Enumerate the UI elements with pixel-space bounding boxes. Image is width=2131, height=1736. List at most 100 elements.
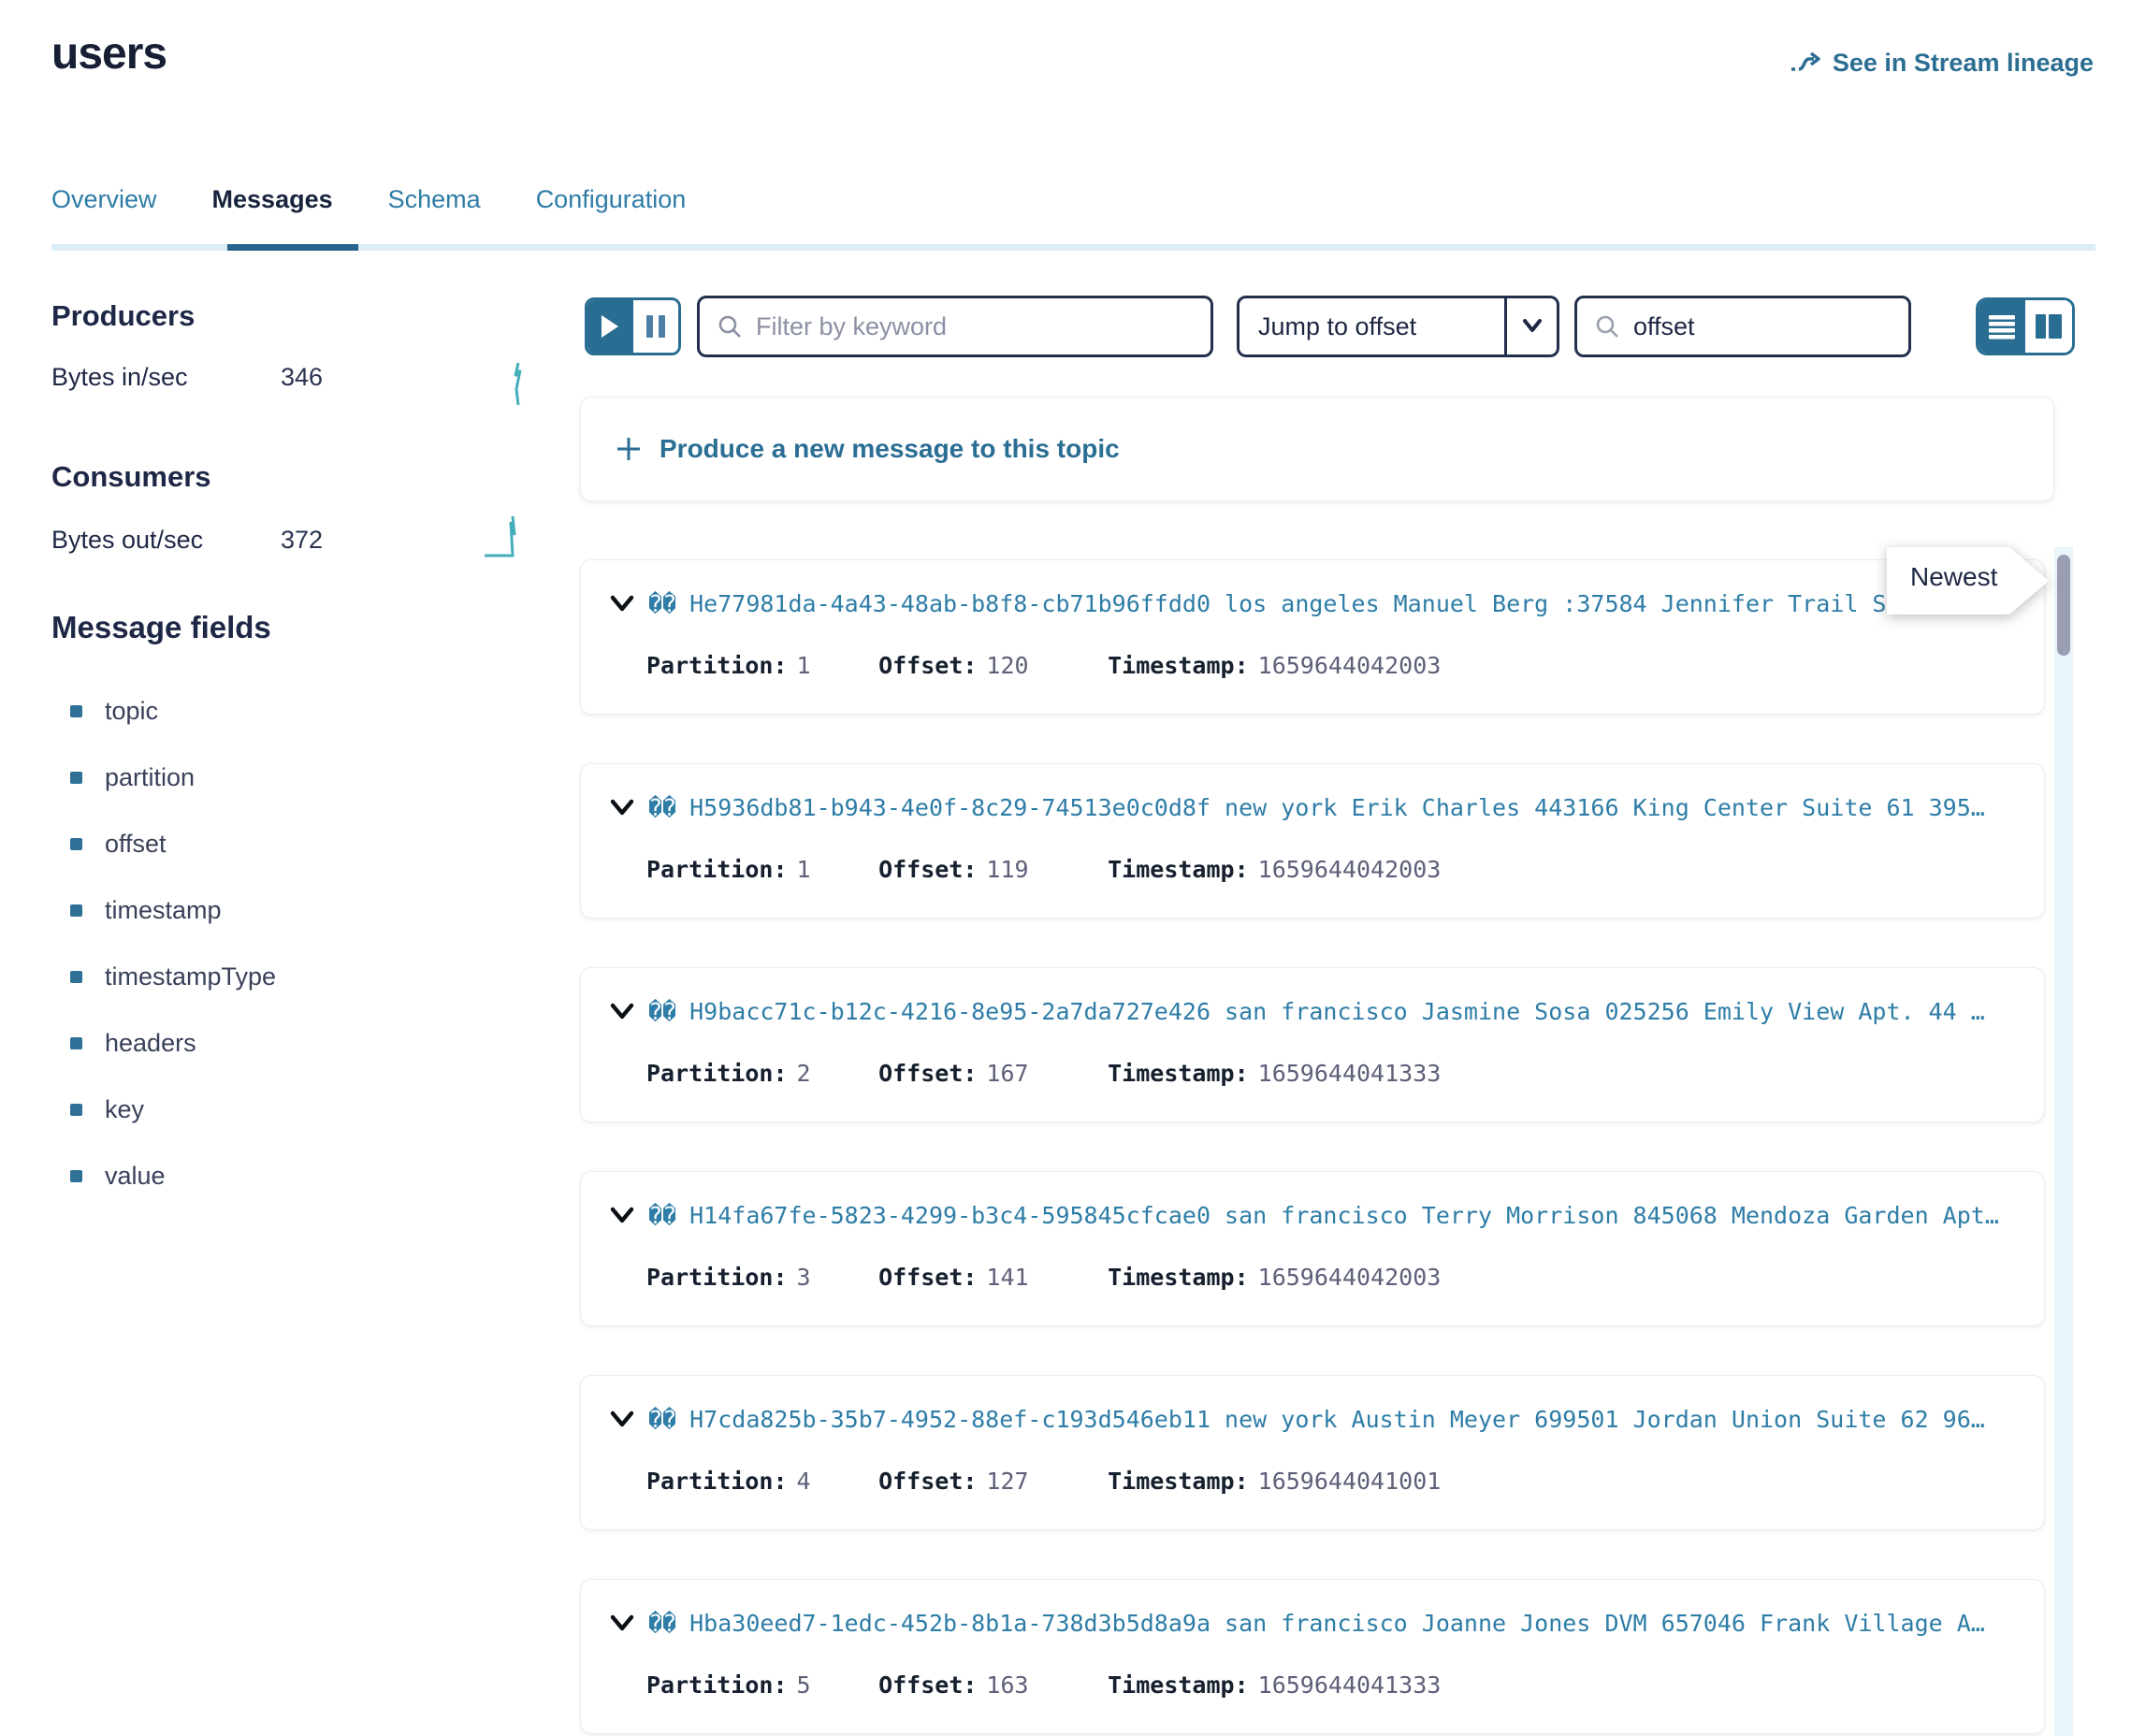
message-key-line: �� H5936db81-b943-4e0f-8c29-74513e0c0d8f… — [609, 794, 2029, 821]
timestamp-pair: Timestamp:1659644042003 — [1108, 652, 1441, 679]
timestamp-label: Timestamp: — [1108, 1264, 1249, 1291]
chevron-down-icon — [609, 593, 635, 615]
field-label: topic — [105, 697, 158, 726]
tab[interactable]: Configuration — [536, 185, 687, 214]
partition-value: 5 — [797, 1671, 811, 1699]
timestamp-label: Timestamp: — [1108, 1671, 1249, 1699]
message-field-item[interactable]: timestampType — [51, 944, 482, 1010]
message-field-item[interactable]: value — [51, 1143, 482, 1209]
expand-message-button[interactable] — [609, 1409, 635, 1431]
message-key: H5936db81-b943-4e0f-8c29-74513e0c0d8f ne… — [689, 794, 1985, 821]
message-row[interactable]: �� H7cda825b-35b7-4952-88ef-c193d546eb11… — [580, 1375, 2045, 1530]
field-checkbox-icon — [70, 1104, 82, 1116]
replacement-character-icon: �� — [648, 1406, 676, 1433]
message-row[interactable]: �� H5936db81-b943-4e0f-8c29-74513e0c0d8f… — [580, 763, 2045, 919]
offset-value: 141 — [986, 1264, 1028, 1291]
message-meta-line: Partition:5 Offset:163 Timestamp:1659644… — [646, 1671, 1441, 1699]
expand-message-button[interactable] — [609, 797, 635, 819]
timestamp-pair: Timestamp:1659644041333 — [1108, 1060, 1441, 1087]
list-view-button[interactable] — [1979, 300, 2025, 353]
offset-label: Offset: — [878, 1671, 977, 1699]
field-label: value — [105, 1162, 166, 1191]
partition-pair: Partition:3 — [646, 1264, 864, 1291]
message-field-item[interactable]: topic — [51, 678, 482, 745]
expand-message-button[interactable] — [609, 1613, 635, 1635]
offset-label: Offset: — [878, 856, 977, 883]
timestamp-value: 1659644041333 — [1258, 1671, 1442, 1699]
select-caret-zone[interactable] — [1504, 298, 1557, 354]
message-row[interactable]: �� He77981da-4a43-48ab-b8f8-cb71b96ffdd0… — [580, 559, 2045, 715]
partition-value: 1 — [797, 856, 811, 883]
message-field-item[interactable]: timestamp — [51, 877, 482, 944]
bytes-out-value: 372 — [281, 526, 323, 555]
partition-label: Partition: — [646, 1468, 788, 1495]
message-key-line: �� He77981da-4a43-48ab-b8f8-cb71b96ffdd0… — [609, 590, 2029, 617]
timestamp-label: Timestamp: — [1108, 652, 1249, 679]
partition-value: 3 — [797, 1264, 811, 1291]
bytes-in-label: Bytes in/sec — [51, 363, 188, 392]
message-list-scrollbar-track[interactable] — [2054, 547, 2073, 1736]
play-button[interactable] — [587, 300, 633, 353]
message-meta-line: Partition:2 Offset:167 Timestamp:1659644… — [646, 1060, 1441, 1087]
partition-value: 4 — [797, 1468, 811, 1495]
message-field-item[interactable]: key — [51, 1077, 482, 1143]
chevron-down-icon — [1521, 318, 1544, 335]
field-checkbox-icon — [70, 971, 82, 983]
offset-search-input[interactable] — [1633, 312, 1964, 341]
offset-label: Offset: — [878, 1264, 977, 1291]
topic-messages-page: users See in Stream lineage Overview Mess… — [0, 0, 2131, 1736]
filter-keyword-input[interactable] — [756, 312, 1201, 341]
stream-lineage-link[interactable]: See in Stream lineage — [1790, 49, 2094, 78]
tab[interactable]: Schema — [388, 185, 481, 214]
field-checkbox-icon — [70, 705, 82, 717]
card-view-button[interactable] — [2025, 300, 2072, 353]
jump-to-offset-select[interactable]: Jump to offset — [1237, 296, 1559, 357]
message-list-scrollbar-thumb[interactable] — [2057, 555, 2070, 656]
message-row[interactable]: �� Hba30eed7-1edc-452b-8b1a-738d3b5d8a9a… — [580, 1579, 2045, 1734]
timestamp-pair: Timestamp:1659644042003 — [1108, 1264, 1441, 1291]
message-key: H14fa67fe-5823-4299-b3c4-595845cfcae0 sa… — [689, 1202, 1999, 1229]
replacement-character-icon: �� — [648, 1610, 676, 1637]
view-toggle-group — [1976, 297, 2075, 355]
chevron-down-icon — [609, 1205, 635, 1227]
pause-button[interactable] — [633, 300, 679, 353]
card-view-icon — [2035, 313, 2063, 340]
play-icon — [601, 314, 619, 339]
field-label: offset — [105, 830, 167, 859]
message-row[interactable]: �� H9bacc71c-b12c-4216-8e95-2a7da727e426… — [580, 967, 2045, 1122]
bytes-out-label: Bytes out/sec — [51, 526, 203, 555]
partition-pair: Partition: 4 — [646, 1468, 864, 1495]
bytes-in-value: 346 — [281, 363, 323, 392]
produce-message-label: Produce a new message to this topic — [660, 434, 1120, 464]
expand-message-button[interactable] — [609, 593, 635, 615]
page-title: users — [51, 28, 167, 80]
timestamp-value: 1659644042003 — [1258, 856, 1442, 883]
message-row[interactable]: �� H14fa67fe-5823-4299-b3c4-595845cfcae0… — [580, 1171, 2045, 1326]
bytes-in-sparkline — [508, 361, 529, 408]
offset-label: Offset: — [878, 1468, 977, 1495]
offset-pair: Offset:163 — [878, 1671, 1094, 1699]
tab[interactable]: Messages — [212, 185, 333, 214]
timestamp-label: Timestamp: — [1108, 856, 1249, 883]
message-list: �� He77981da-4a43-48ab-b8f8-cb71b96ffdd0… — [580, 559, 2045, 1736]
partition-label: Partition: — [646, 856, 788, 883]
tab[interactable]: Overview — [51, 185, 157, 214]
expand-message-button[interactable] — [609, 1205, 635, 1227]
message-meta-line: Partition:1 Offset:119 Timestamp:1659644… — [646, 856, 1441, 883]
field-label: timestamp — [105, 896, 222, 925]
message-field-item[interactable]: headers — [51, 1010, 482, 1077]
jump-select-value: Jump to offset — [1258, 312, 1504, 341]
message-field-item[interactable]: offset — [51, 811, 482, 877]
expand-message-button[interactable] — [609, 1001, 635, 1023]
message-key-line: �� H9bacc71c-b12c-4216-8e95-2a7da727e426… — [609, 998, 2029, 1025]
field-checkbox-icon — [70, 772, 82, 784]
timestamp-pair: Timestamp: 1659644041333 — [1108, 1671, 1441, 1699]
message-field-item[interactable]: partition — [51, 745, 482, 811]
message-meta-line: Partition:3 Offset: 141 Timestamp:1659644… — [646, 1264, 1441, 1291]
timestamp-value: 1659644041001 — [1258, 1468, 1442, 1495]
field-checkbox-icon — [70, 1170, 82, 1182]
message-meta-line: Partition:4 Offset:127 Timestamp:1659644… — [646, 1468, 1441, 1495]
produce-message-button[interactable]: Produce a new message to this topic — [580, 397, 2054, 501]
message-fields-list: topic partition offset timestamp timesta… — [51, 678, 482, 1209]
offset-label: Offset: — [878, 652, 977, 679]
